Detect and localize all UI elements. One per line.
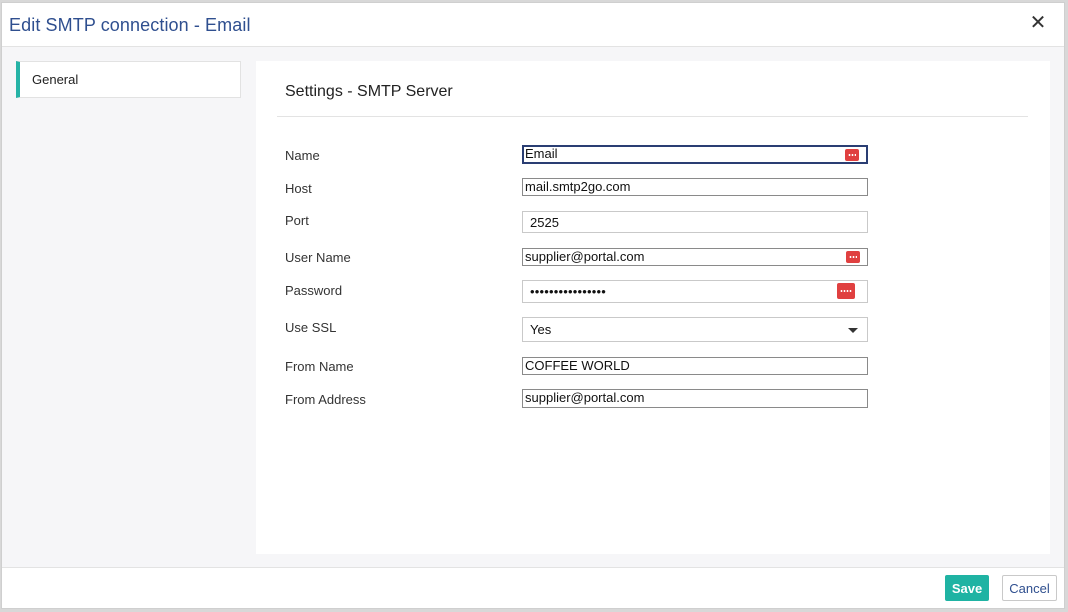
save-button[interactable]: Save xyxy=(945,575,989,601)
password-value: •••••••••••••••• xyxy=(530,284,607,299)
password-label: Password xyxy=(285,283,343,298)
from-address-field[interactable]: supplier@portal.com xyxy=(522,389,868,408)
host-field[interactable]: mail.smtp2go.com xyxy=(522,178,868,196)
from-name-value: COFFEE WORLD xyxy=(525,358,630,373)
password-field[interactable]: •••••••••••••••• xyxy=(522,280,868,303)
use-ssl-select[interactable]: Yes xyxy=(522,317,868,342)
panel-title: Settings - SMTP Server xyxy=(285,83,453,100)
dialog-header: Edit SMTP connection - Email ✕ xyxy=(2,3,1064,47)
password-manager-key-icon[interactable] xyxy=(846,251,860,263)
user-name-value: supplier@portal.com xyxy=(525,249,645,264)
dialog-title: Edit SMTP connection - Email xyxy=(9,15,251,35)
password-manager-key-icon[interactable] xyxy=(845,149,859,161)
divider xyxy=(277,116,1028,117)
edit-smtp-dialog: Edit SMTP connection - Email ✕ General S… xyxy=(1,2,1065,609)
use-ssl-label: Use SSL xyxy=(285,320,337,335)
host-label: Host xyxy=(285,181,312,196)
chevron-down-icon xyxy=(848,328,858,333)
side-nav: General xyxy=(16,61,241,98)
name-value: Email xyxy=(525,146,558,161)
name-label: Name xyxy=(285,148,320,163)
from-name-field[interactable]: COFFEE WORLD xyxy=(522,357,868,375)
from-name-label: From Name xyxy=(285,359,354,374)
sidebar-item-label: General xyxy=(32,72,79,87)
close-icon[interactable]: ✕ xyxy=(1028,13,1048,33)
name-field[interactable]: Email xyxy=(522,145,868,164)
from-address-label: From Address xyxy=(285,392,366,407)
user-name-label: User Name xyxy=(285,250,351,265)
port-field[interactable]: 2525 xyxy=(522,211,868,233)
port-label: Port xyxy=(285,213,309,228)
dialog-body: General Settings - SMTP Server Name Emai… xyxy=(2,47,1064,569)
user-name-field[interactable]: supplier@portal.com xyxy=(522,248,868,266)
sidebar-item-general[interactable]: General xyxy=(16,61,241,98)
host-value: mail.smtp2go.com xyxy=(525,179,631,194)
dialog-footer: Save Cancel xyxy=(2,567,1064,608)
use-ssl-value: Yes xyxy=(530,322,552,337)
password-manager-key-icon[interactable] xyxy=(837,283,855,299)
port-value: 2525 xyxy=(530,215,559,230)
from-address-value: supplier@portal.com xyxy=(525,390,645,405)
settings-panel: Settings - SMTP Server Name Email Host m… xyxy=(256,61,1050,554)
cancel-button[interactable]: Cancel xyxy=(1002,575,1057,601)
